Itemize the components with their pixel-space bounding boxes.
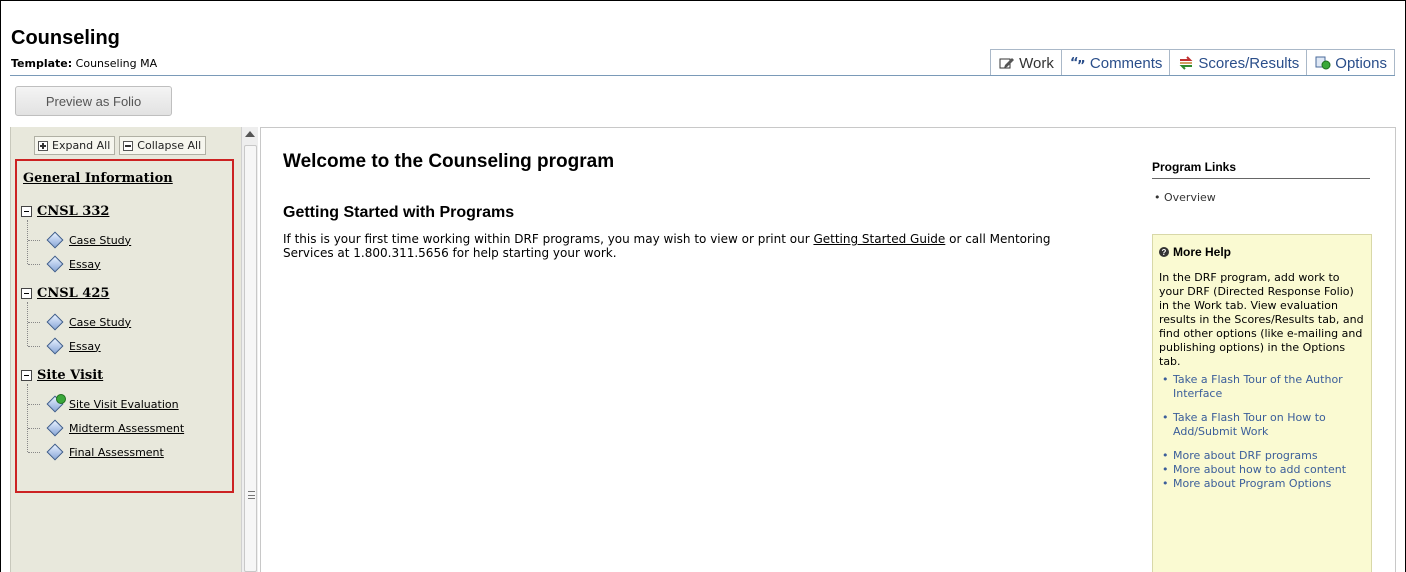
- tree-section-label[interactable]: Site Visit: [37, 368, 103, 383]
- tree-item-final-assessment[interactable]: Final Assessment: [45, 443, 164, 461]
- assignment-icon: [45, 337, 65, 355]
- tree-item-label[interactable]: Case Study: [69, 316, 131, 329]
- expand-all-button[interactable]: Expand All: [34, 136, 116, 155]
- header-divider: [10, 75, 1395, 76]
- new-assignment-icon: [45, 394, 66, 413]
- getting-started-heading: Getting Started with Programs: [283, 204, 515, 221]
- help-link-flash-tour-add-work[interactable]: Take a Flash Tour on How to Add/Submit W…: [1159, 411, 1365, 439]
- tree-line: [28, 428, 40, 429]
- tree-item-label[interactable]: Final Assessment: [69, 446, 164, 459]
- tree-line: [28, 452, 40, 453]
- tree-item-essay-425[interactable]: Essay: [45, 337, 101, 355]
- tree-section-cnsl-332[interactable]: CNSL 332: [21, 204, 109, 219]
- help-link-drf-programs[interactable]: More about DRF programs: [1159, 449, 1365, 463]
- tab-comments[interactable]: “” Comments: [1060, 49, 1171, 76]
- tree-item-label[interactable]: Essay: [69, 258, 101, 271]
- assignment-icon: [45, 443, 65, 461]
- tree-line: [28, 346, 40, 347]
- sidebar-scrollbar[interactable]: [241, 127, 258, 572]
- tree-line: [28, 322, 40, 323]
- more-help-heading: ? More Help: [1159, 245, 1365, 259]
- more-help-text: In the DRF program, add work to your DRF…: [1159, 271, 1364, 368]
- tree-item-case-study-332[interactable]: Case Study: [45, 231, 131, 249]
- collapse-all-label: Collapse All: [137, 139, 202, 152]
- preview-as-folio-button[interactable]: Preview as Folio: [15, 86, 172, 116]
- collapse-icon[interactable]: [21, 370, 32, 381]
- tree-general-information[interactable]: General Information: [23, 171, 173, 186]
- grip-icon: [248, 491, 255, 499]
- template-info: Template: Counseling MA: [11, 57, 157, 70]
- expand-all-label: Expand All: [52, 139, 111, 152]
- tab-work-label: Work: [1019, 54, 1054, 72]
- tree-toolbar: Expand All Collapse All: [34, 136, 207, 155]
- tab-bar: Work “” Comments Scores/Results Options: [990, 49, 1395, 76]
- getting-started-text-before: If this is your first time working withi…: [283, 232, 814, 246]
- template-value: Counseling MA: [75, 57, 158, 70]
- tree-section-label[interactable]: CNSL 332: [37, 204, 109, 219]
- tree-item-label[interactable]: Essay: [69, 340, 101, 353]
- tab-comments-label: Comments: [1089, 54, 1163, 72]
- assignment-icon: [45, 313, 65, 331]
- tree-line: [27, 384, 28, 452]
- program-link-label[interactable]: Overview: [1164, 191, 1216, 204]
- tree-section-site-visit[interactable]: Site Visit: [21, 368, 103, 383]
- scroll-thumb[interactable]: [244, 145, 257, 572]
- tree-item-label[interactable]: Site Visit Evaluation: [69, 398, 179, 411]
- arrows-icon: [1178, 56, 1194, 70]
- tab-options[interactable]: Options: [1306, 49, 1395, 76]
- template-label: Template:: [11, 57, 73, 70]
- program-links-heading: Program Links: [1152, 160, 1237, 174]
- settings-icon: [1315, 56, 1331, 70]
- tree-item-site-visit-evaluation[interactable]: Site Visit Evaluation: [45, 394, 179, 413]
- help-link-program-options[interactable]: More about Program Options: [1159, 477, 1365, 491]
- tree-section-cnsl-425[interactable]: CNSL 425: [21, 286, 109, 301]
- more-help-box: ? More Help In the DRF program, add work…: [1152, 234, 1372, 572]
- tab-scores-label: Scores/Results: [1198, 54, 1300, 72]
- assignment-icon: [45, 419, 65, 437]
- tab-scores-results[interactable]: Scores/Results: [1169, 49, 1308, 76]
- program-link-overview[interactable]: • Overview: [1154, 191, 1216, 204]
- welcome-heading: Welcome to the Counseling program: [283, 151, 615, 172]
- tree-section-label[interactable]: CNSL 425: [37, 286, 109, 301]
- more-help-title: More Help: [1173, 245, 1232, 259]
- tree-item-essay-332[interactable]: Essay: [45, 255, 101, 273]
- page-title: Counseling: [11, 27, 120, 49]
- tree-line: [27, 220, 28, 264]
- help-link-add-content[interactable]: More about how to add content: [1159, 463, 1365, 477]
- tree-line: [28, 404, 40, 405]
- tree-line: [28, 240, 40, 241]
- collapse-icon[interactable]: [21, 288, 32, 299]
- getting-started-guide-link[interactable]: Getting Started Guide: [813, 232, 945, 246]
- collapse-icon[interactable]: [21, 206, 32, 217]
- help-icon: ?: [1159, 247, 1169, 257]
- pencil-icon: [999, 56, 1015, 70]
- collapse-all-button[interactable]: Collapse All: [119, 136, 207, 155]
- tree-line: [28, 264, 40, 265]
- program-links-divider: [1152, 178, 1370, 179]
- scroll-up-icon[interactable]: [245, 131, 255, 137]
- tree-item-case-study-425[interactable]: Case Study: [45, 313, 131, 331]
- more-help-links: Take a Flash Tour of the Author Interfac…: [1159, 373, 1365, 491]
- assignment-icon: [45, 231, 65, 249]
- tab-work[interactable]: Work: [990, 49, 1062, 76]
- plus-icon: [38, 140, 48, 151]
- tab-options-label: Options: [1335, 54, 1387, 72]
- tree-line: [27, 302, 28, 346]
- minus-icon: [123, 140, 134, 151]
- getting-started-text: If this is your first time working withi…: [283, 232, 1103, 260]
- tree-item-label[interactable]: Midterm Assessment: [69, 422, 184, 435]
- tree-item-midterm-assessment[interactable]: Midterm Assessment: [45, 419, 184, 437]
- help-link-flash-tour-author[interactable]: Take a Flash Tour of the Author Interfac…: [1159, 373, 1365, 401]
- assignment-icon: [45, 255, 65, 273]
- quote-icon: “”: [1070, 56, 1086, 74]
- svg-text:”: ”: [1077, 59, 1086, 70]
- tree-item-label[interactable]: Case Study: [69, 234, 131, 247]
